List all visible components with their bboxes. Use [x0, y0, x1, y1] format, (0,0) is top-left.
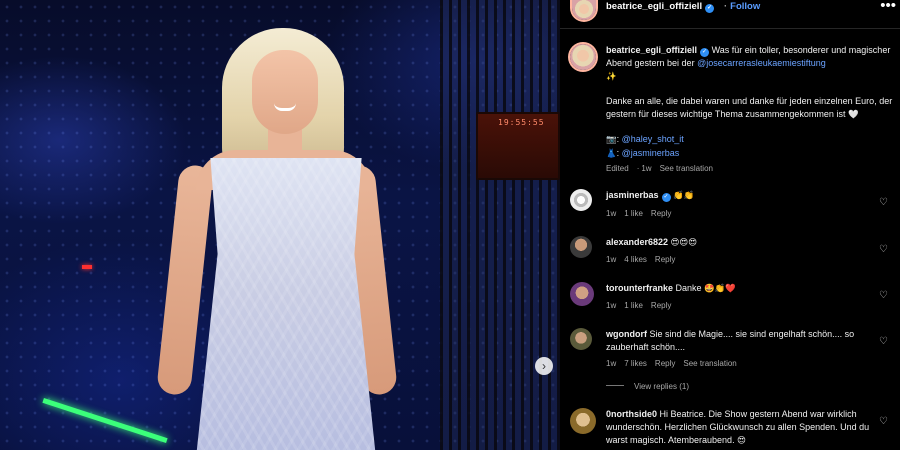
follow-label: Follow [730, 1, 761, 12]
backstage-cables [440, 0, 560, 450]
verified-badge-icon: ✓ [700, 48, 710, 57]
post-photo: 19:55:55 › [0, 0, 560, 450]
sparkles-icon: ✨ [606, 71, 617, 82]
comment-text: torounterfranke Danke 🤩👏❤️ [606, 282, 870, 296]
comment-text: jasminerbas ✓ 👏👏 [606, 189, 870, 203]
heart-outline-icon[interactable]: ♡ [879, 337, 889, 347]
comment-meta: 1w 1 like Reply [606, 209, 679, 218]
backstage-monitor: 19:55:55 [476, 112, 560, 180]
woman-face [252, 50, 318, 134]
foundation-mention-link[interactable]: @josecarrerasleukaemiestiftung [697, 58, 826, 68]
monitor-clock: 19:55:55 [498, 118, 545, 127]
comment-text: wgondorf Sie sind die Magie.... sie sind… [606, 328, 870, 354]
reply-button[interactable]: Reply [655, 359, 675, 368]
white-lace-gown [196, 158, 376, 450]
comment-likes[interactable]: 4 likes [624, 255, 647, 264]
header-divider [560, 28, 900, 29]
account-name-text: beatrice_egli_offiziell [606, 1, 703, 12]
heart-eyes-icon: 😍😍😍 [670, 238, 698, 248]
caption-username[interactable]: beatrice_egli_offiziell [606, 45, 697, 55]
commenter-username[interactable]: alexander6822 [606, 237, 668, 247]
red-indicator-light [82, 265, 92, 269]
comment-likes[interactable]: 1 like [624, 209, 643, 218]
heart-outline-icon[interactable]: ♡ [879, 291, 889, 301]
comments-panel: beatrice_egli_offiziell ✓ · Follow ••• bea… [560, 0, 900, 450]
commenter-username[interactable]: jasminerbas [606, 190, 659, 200]
caption-avatar[interactable] [570, 44, 596, 70]
comment-time: 1w [606, 209, 617, 218]
caption-meta: Edited · 1w See translation [606, 163, 896, 176]
commenter-avatar[interactable] [570, 189, 592, 211]
heart-outline-icon[interactable]: ♡ [879, 198, 889, 208]
comment-time: 1w [606, 359, 617, 368]
comment-meta: 1w 4 likes Reply [606, 255, 683, 264]
comment-text: alexander6822 😍😍😍 [606, 236, 870, 250]
comment-meta: 1w 7 likes Reply See translation [606, 359, 745, 368]
chevron-right-icon: › [542, 359, 546, 373]
caption-time: 1w [641, 164, 652, 173]
follow-button[interactable]: · Follow [721, 1, 760, 12]
camera-icon: 📷 [606, 135, 617, 145]
reply-button[interactable]: Reply [651, 209, 671, 218]
verified-badge-icon: ✓ [705, 4, 715, 13]
see-translation-link[interactable]: See translation [660, 164, 713, 173]
separator-dot: · [724, 1, 728, 12]
see-translation-link[interactable]: See translation [683, 359, 736, 368]
commenter-avatar[interactable] [570, 408, 596, 434]
commenter-username[interactable]: torounterfranke [606, 283, 673, 293]
heart-eyes-icon: 😍 [737, 436, 746, 446]
account-username[interactable]: beatrice_egli_offiziell ✓ [606, 1, 715, 13]
commenter-avatar[interactable] [570, 282, 594, 306]
star-struck-clap-heart-icons: 🤩👏❤️ [704, 284, 736, 294]
commenter-avatar[interactable] [570, 328, 592, 350]
account-avatar[interactable] [572, 0, 596, 20]
designer-mention-link[interactable]: @jasminerbas [622, 148, 680, 158]
reply-button[interactable]: Reply [655, 255, 675, 264]
more-options-icon[interactable]: ••• [880, 0, 896, 14]
caption-text: beatrice_egli_offiziell ✓ Was für ein tol… [606, 44, 896, 176]
comment-time: 1w [606, 255, 617, 264]
photographer-mention-link[interactable]: @haley_shot_it [622, 134, 684, 144]
comment-likes[interactable]: 1 like [624, 301, 643, 310]
carousel-next-button[interactable]: › [535, 357, 553, 375]
commenter-username[interactable]: wgondorf [606, 329, 647, 339]
commenter-username[interactable]: 0northside0 [606, 409, 657, 419]
verified-badge-icon: ✓ [661, 193, 671, 202]
heart-outline-icon[interactable]: ♡ [879, 245, 889, 255]
view-replies-button[interactable]: View replies (1) [606, 382, 689, 391]
comment-body: Danke [675, 283, 702, 293]
white-heart-icon: 🤍 [847, 109, 859, 120]
reply-button[interactable]: Reply [651, 301, 671, 310]
separator-dot: · [636, 164, 640, 173]
clapping-hands-icon: 👏👏 [673, 191, 695, 201]
edited-label: Edited [606, 164, 629, 173]
post-header: beatrice_egli_offiziell ✓ · Follow ••• [560, 0, 900, 26]
heart-outline-icon[interactable]: ♡ [879, 417, 889, 427]
comment-meta: 1w 1 like Reply [606, 301, 679, 310]
commenter-avatar[interactable] [570, 236, 592, 258]
comment-likes[interactable]: 7 likes [624, 359, 647, 368]
comment-text: 0northside0 Hi Beatrice. Die Show gester… [606, 408, 870, 448]
comment-time: 1w [606, 301, 617, 310]
dress-icon: 👗 [606, 148, 617, 159]
